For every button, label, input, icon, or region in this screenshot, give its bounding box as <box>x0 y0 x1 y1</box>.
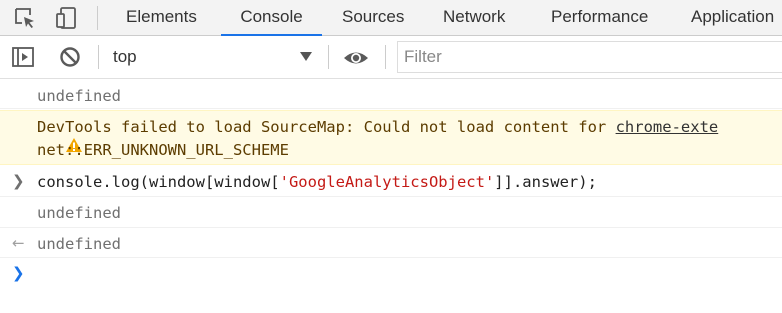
tab-elements[interactable]: Elements <box>126 0 197 36</box>
code-string: 'GoogleAnalyticsObject' <box>279 173 495 191</box>
result-output-text: undefined <box>37 235 121 253</box>
dropdown-arrow-icon[interactable] <box>300 52 312 61</box>
console-prompt[interactable]: ❯ <box>0 259 782 289</box>
tab-sources[interactable]: Sources <box>342 0 404 36</box>
warning-message: DevTools failed to load SourceMap: Could… <box>37 118 616 136</box>
context-label: top <box>113 47 137 66</box>
device-toggle-icon[interactable] <box>55 6 79 30</box>
console-input-line: ❯ console.log(window[window['GoogleAnaly… <box>0 166 782 197</box>
warning-error-code: net::ERR_UNKNOWN_URL_SCHEME <box>37 141 289 159</box>
warning-text: DevTools failed to load SourceMap: Could… <box>37 118 718 136</box>
console-log-line: undefined <box>0 198 782 228</box>
prompt-icon: ❯ <box>12 264 25 282</box>
context-selector[interactable]: top <box>103 36 327 78</box>
tabbar-divider <box>97 6 98 30</box>
filter-input[interactable] <box>397 41 782 73</box>
tab-application[interactable]: Application <box>691 0 774 36</box>
console-toolbar: top <box>0 36 782 79</box>
devtools-tab-bar: Elements Console Sources Network Perform… <box>0 0 782 36</box>
toolbar-divider <box>98 45 99 69</box>
console-line: undefined <box>0 80 782 109</box>
result-arrow-icon: ← <box>12 234 25 252</box>
tab-network[interactable]: Network <box>443 0 505 36</box>
warning-source-link[interactable]: chrome-exte <box>616 118 719 136</box>
console-result-line: ← undefined <box>0 229 782 258</box>
tab-console[interactable]: Console <box>221 0 322 36</box>
console-output-text: undefined <box>37 87 121 105</box>
sidebar-toggle-icon[interactable] <box>11 45 35 69</box>
console-warning: DevTools failed to load SourceMap: Could… <box>0 110 782 165</box>
eye-icon[interactable] <box>343 46 368 70</box>
input-chevron-icon: ❯ <box>12 172 25 190</box>
tab-performance[interactable]: Performance <box>551 0 648 36</box>
clear-console-icon[interactable] <box>58 45 82 69</box>
toolbar-divider <box>328 45 329 69</box>
code-before: console.log(window[window[ <box>37 173 280 191</box>
log-output-text: undefined <box>37 204 121 222</box>
inspect-icon[interactable] <box>13 6 37 30</box>
input-code: console.log(window[window['GoogleAnalyti… <box>37 173 597 191</box>
toolbar-divider <box>385 45 386 69</box>
code-after: ]].answer); <box>494 173 597 191</box>
